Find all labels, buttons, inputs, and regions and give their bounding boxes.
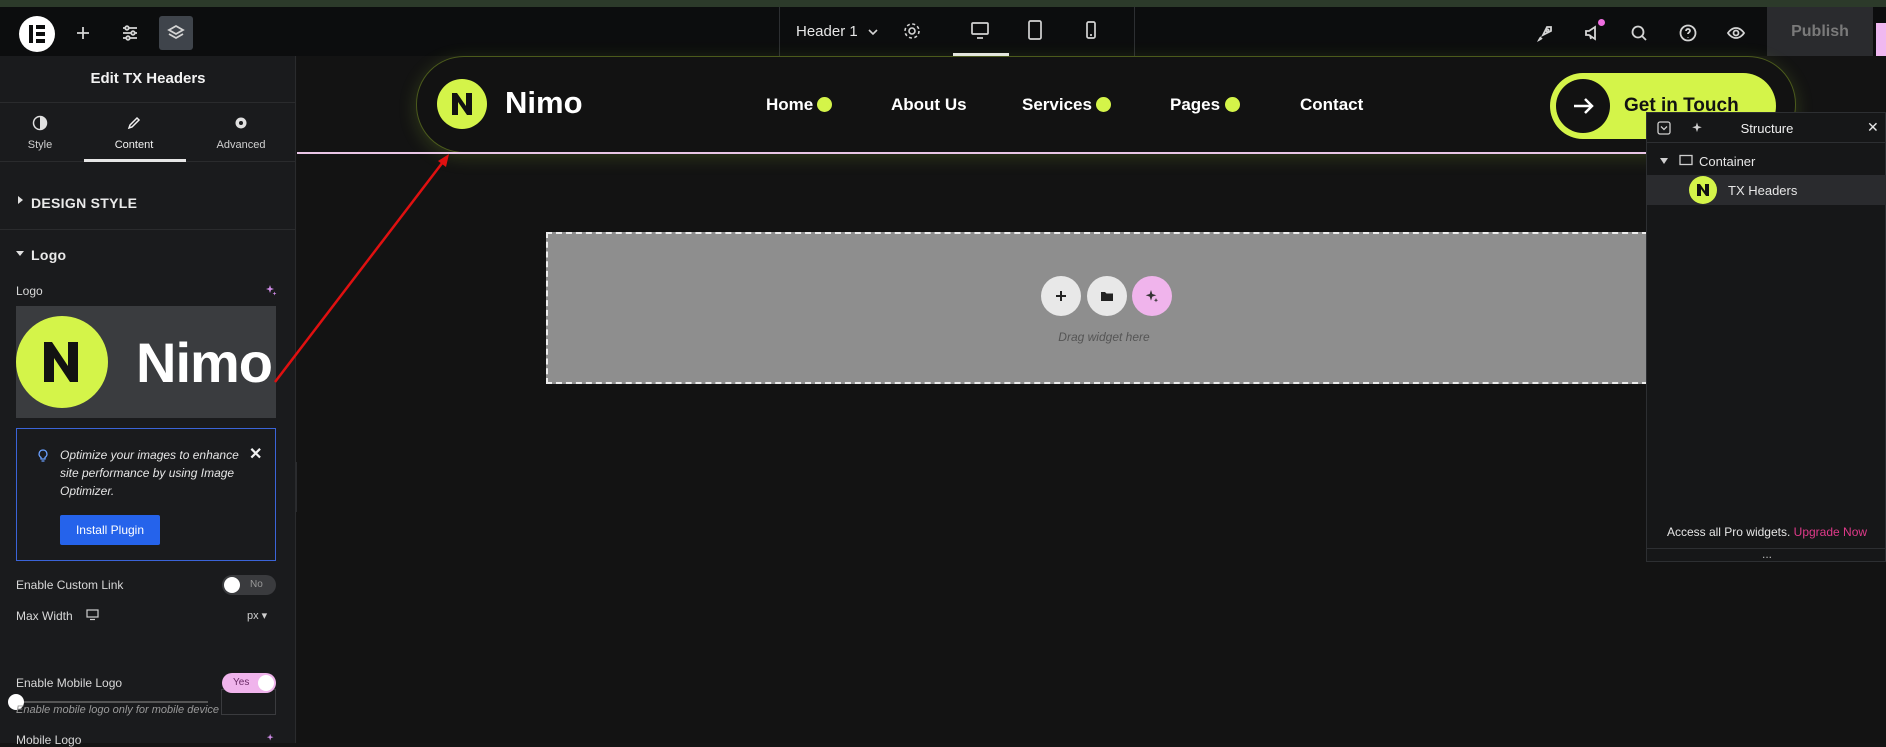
plus-icon — [1056, 291, 1066, 301]
upgrade-now-link[interactable]: Upgrade Now — [1794, 525, 1867, 539]
gear-icon[interactable] — [901, 20, 923, 42]
tab-content-label: Content — [114, 139, 154, 151]
pro-promo: Access all Pro widgets. Upgrade Now — [1647, 525, 1886, 539]
desktop-icon[interactable] — [969, 19, 993, 45]
close-icon[interactable]: ✕ — [1867, 119, 1879, 136]
structure-item-label: Container — [1699, 154, 1756, 169]
desktop-icon[interactable] — [86, 609, 99, 621]
mobile-logo-toggle-label: Enable Mobile Logo — [16, 676, 123, 690]
nav-home[interactable]: Home — [766, 95, 813, 115]
chevron-down-icon — [817, 97, 832, 112]
logo-preview-wordmark: Nimo — [136, 331, 273, 394]
structure-panel: Structure ✕ Container TX Headers Access … — [1646, 112, 1886, 562]
container-icon — [1679, 154, 1693, 166]
ai-sparkle-icon — [1145, 290, 1159, 303]
selection-outline — [297, 152, 1647, 154]
arrow-right-icon — [1556, 79, 1610, 133]
structure-item-label: TX Headers — [1728, 183, 1798, 198]
add-template-button[interactable] — [1087, 276, 1127, 316]
image-optimizer-notice: Optimize your images to enhance site per… — [16, 428, 276, 561]
close-icon[interactable]: ✕ — [249, 444, 262, 464]
editor-panel: Edit TX Headers Style Content Advanced D… — [0, 56, 296, 747]
site-logo-mark — [437, 79, 487, 129]
megaphone-icon[interactable] — [1576, 16, 1610, 50]
nav-services[interactable]: Services — [1022, 95, 1092, 115]
folder-icon — [1101, 292, 1113, 301]
install-plugin-button[interactable]: Install Plugin — [60, 515, 160, 545]
notice-text: Optimize your images to enhance site per… — [60, 448, 239, 498]
custom-link-label: Enable Custom Link — [16, 578, 124, 592]
caret-down-icon — [16, 251, 24, 256]
section-logo[interactable]: Logo — [0, 230, 296, 282]
chevron-down-icon[interactable] — [866, 25, 880, 39]
toggle-knob — [224, 577, 240, 593]
mobile-logo-help: Enable mobile logo only for mobile devic… — [16, 704, 220, 716]
annotation-arrow — [274, 154, 449, 383]
sliders-icon[interactable] — [113, 16, 147, 50]
tab-style-label: Style — [27, 139, 53, 151]
panel-tabs: Style Content Advanced — [0, 102, 296, 162]
logo-image-preview[interactable]: Nimo — [16, 306, 276, 418]
section-logo-label: Logo — [31, 247, 67, 263]
structure-item-container[interactable]: Container — [1647, 147, 1886, 175]
eye-icon[interactable] — [1719, 16, 1753, 50]
logo-mark — [16, 316, 108, 408]
lightbulb-icon — [38, 449, 48, 462]
site-logo-wordmark[interactable]: Nimo — [505, 85, 583, 121]
nav-about-us[interactable]: About Us — [891, 95, 967, 115]
section-design-style[interactable]: DESIGN STYLE — [0, 178, 296, 230]
nav-pages[interactable]: Pages — [1170, 95, 1220, 115]
mobile-logo-toggle[interactable]: Yes — [222, 673, 276, 693]
mobile-logo-label: Mobile Logo — [16, 733, 82, 747]
responsive-switcher — [940, 7, 1135, 56]
custom-link-value: No — [250, 579, 263, 590]
drop-zone-text: Drag widget here — [1058, 330, 1150, 344]
add-widget-button[interactable] — [1041, 276, 1081, 316]
unit-value: px — [247, 610, 259, 622]
chevron-down-icon — [1096, 97, 1111, 112]
mobile-logo-toggle-value: Yes — [233, 677, 250, 688]
logo-label: Logo — [16, 284, 43, 298]
document-title[interactable]: Header 1 — [796, 23, 858, 40]
elementor-logo-icon[interactable] — [19, 16, 55, 52]
help-icon[interactable] — [1671, 16, 1705, 50]
gear-icon — [235, 117, 247, 129]
nav-contact[interactable]: Contact — [1300, 95, 1363, 115]
tab-content[interactable]: Content — [84, 103, 184, 162]
rocket-icon[interactable] — [1528, 16, 1562, 50]
structure-title: Structure — [1740, 121, 1794, 136]
publish-button[interactable]: Publish — [1767, 7, 1873, 56]
active-tab-indicator — [84, 159, 186, 162]
caret-right-icon — [18, 196, 23, 204]
max-width-label: Max Width — [16, 609, 73, 623]
notification-dot — [1598, 19, 1605, 26]
chevron-down-icon — [1225, 97, 1240, 112]
section-design-style-label: DESIGN STYLE — [31, 195, 138, 211]
max-width-slider-track[interactable] — [16, 701, 208, 703]
ai-build-button[interactable] — [1132, 276, 1172, 316]
tab-style[interactable]: Style — [0, 103, 90, 162]
top-bar: Header 1 Publish — [0, 0, 1886, 63]
unit-selector[interactable]: px ▾ — [247, 609, 267, 622]
ai-sparkle-icon[interactable] — [265, 733, 277, 743]
more-options[interactable]: ... — [1647, 548, 1886, 562]
widget-thumbnail — [1689, 176, 1717, 204]
plus-icon[interactable] — [66, 16, 100, 50]
layers-icon[interactable] — [159, 16, 193, 50]
custom-link-toggle[interactable]: No — [222, 575, 276, 595]
search-icon[interactable] — [1622, 16, 1656, 50]
pencil-icon — [127, 116, 141, 130]
structure-item-tx-headers[interactable]: TX Headers — [1647, 175, 1886, 205]
structure-header: Structure ✕ — [1647, 113, 1886, 143]
toggle-knob — [258, 675, 274, 691]
tablet-icon[interactable] — [1024, 19, 1048, 45]
promo-text: Access all Pro widgets. — [1666, 525, 1791, 539]
site-header[interactable]: Nimo Home About Us Services Pages Contac… — [416, 56, 1796, 153]
half-circle-icon — [32, 115, 48, 131]
caret-down-icon[interactable] — [1660, 158, 1668, 164]
panel-title: Edit TX Headers — [90, 70, 206, 87]
mobile-icon[interactable] — [1080, 19, 1104, 45]
drop-zone[interactable]: Drag widget here — [546, 232, 1658, 384]
